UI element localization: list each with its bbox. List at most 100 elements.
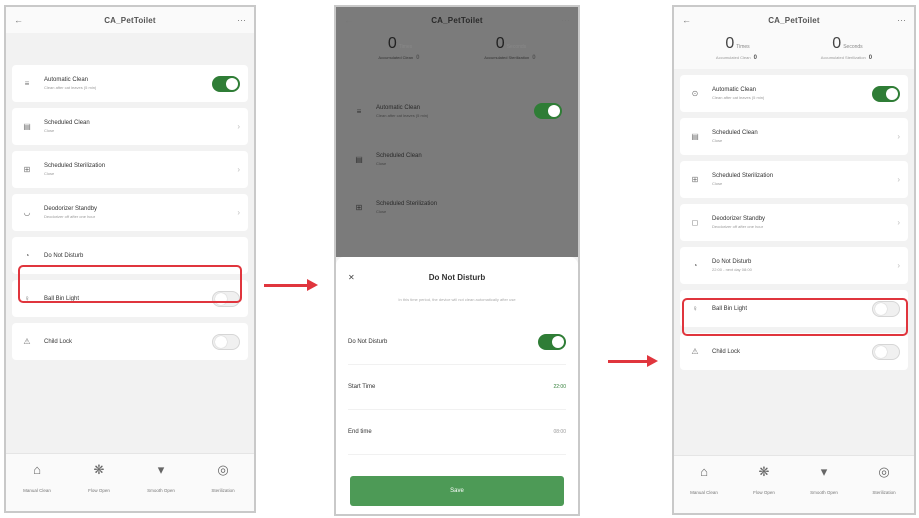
do-not-disturb-icon: ◔ [692, 261, 698, 270]
setting-child-lock[interactable]: ⚠ Child Lock [680, 333, 908, 370]
setting-automatic-clean[interactable]: ≡ Automatic Clean Clean after cat leaves (… [12, 65, 248, 102]
phone-screen-settings-updated: ← CA_PetToilet ··· 0 Times 0 Seconds Accum… [672, 5, 916, 515]
setting-scheduled-sterilization[interactable]: ⊞ Scheduled Sterilization Close › [12, 151, 248, 188]
accumulated-sterilization-label: Accumulated Sterilization [820, 55, 866, 60]
top-bar: ← CA_PetToilet ··· [6, 7, 254, 33]
setting-subtitle: Close [712, 138, 723, 143]
child-lock-icon: ⚠ [691, 347, 699, 356]
dimmed-background[interactable]: ← CA_PetToilet ··· 0 Times 0 Seconds Accum… [336, 7, 578, 257]
top-bar: ← CA_PetToilet ··· [336, 7, 578, 33]
sterilization-icon: ◎ [217, 462, 229, 477]
times-unit: Times [736, 44, 750, 50]
action-sterilization[interactable]: ◎ Sterilization [192, 462, 254, 493]
highlight-do-not-disturb [18, 265, 242, 303]
scheduled-clean-icon: ▤ [355, 154, 363, 164]
action-smooth-open[interactable]: ▾ Smooth Open [130, 462, 192, 493]
scheduled-clean-icon: ▤ [23, 122, 31, 131]
back-arrow-icon: ← [344, 15, 353, 25]
setting-subtitle: Deodorizer off after one hour [712, 224, 764, 229]
action-flow-open[interactable]: ❋ Flow Open [68, 462, 130, 493]
automatic-clean-icon: ≡ [24, 79, 30, 88]
more-icon[interactable]: ··· [226, 15, 246, 25]
accumulated-clean-value: 0 [416, 55, 420, 61]
setting-label: Scheduled Sterilization [44, 163, 106, 169]
action-smooth-open[interactable]: ▾ Smooth Open [794, 464, 854, 495]
action-label: Sterilization [211, 488, 235, 493]
setting-label: Do Not Disturb [712, 259, 752, 265]
dnd-toggle[interactable] [538, 334, 566, 350]
action-manual-clean[interactable]: ⌂ Manual Clean [6, 462, 68, 493]
seconds-value: 0 [495, 35, 505, 52]
sterilization-icon: ◎ [878, 464, 890, 479]
setting-subtitle: Deodorizer off after one hour [44, 214, 96, 219]
device-title: CA_PetToilet [431, 15, 483, 25]
back-arrow-icon[interactable]: ← [14, 15, 34, 25]
automatic-clean-toggle[interactable] [212, 75, 240, 92]
seconds-unit: Seconds [843, 44, 863, 50]
end-time-value[interactable]: 08:00 [553, 429, 566, 435]
setting-deodorizer-standby[interactable]: ◡ Deodorizer Standby Deodorizer off after … [12, 194, 248, 231]
chevron-right-icon: › [897, 175, 900, 184]
setting-scheduled-sterilization[interactable]: ⊞ Scheduled Sterilization Close › [680, 161, 908, 198]
action-flow-open[interactable]: ❋ Flow Open [734, 464, 794, 495]
setting-scheduled-clean[interactable]: ▤ Scheduled Clean Close › [12, 108, 248, 145]
start-time-row[interactable]: Start Time 22:00 [348, 365, 566, 410]
scheduled-clean-icon: ▤ [691, 132, 699, 141]
back-arrow-icon[interactable]: ← [682, 15, 702, 25]
accumulated-sterilization-value: 0 [868, 55, 873, 61]
automatic-clean-toggle [534, 103, 562, 119]
setting-deodorizer-standby[interactable]: ◻ Deodorizer Standby Deodorizer off after … [680, 204, 908, 241]
setting-label: Scheduled Sterilization [376, 200, 438, 207]
usage-stats: 0 Times 0 Seconds Accumulated Clean 0 Accum… [336, 33, 578, 69]
setting-subtitle: Clean after cat leaves (5 min) [712, 95, 765, 100]
dnd-toggle-label: Do Not Disturb [348, 339, 388, 345]
setting-subtitle: Close [44, 128, 55, 133]
dnd-toggle-row: Do Not Disturb [348, 320, 566, 365]
setting-child-lock[interactable]: ⚠ Child Lock [12, 323, 248, 360]
end-time-row[interactable]: End time 08:00 [348, 410, 566, 455]
seconds-value: 0 [832, 35, 842, 52]
child-lock-toggle[interactable] [212, 333, 240, 350]
settings-list-dimmed: ≡ Automatic Clean Clean after cat leaves (… [336, 69, 578, 231]
chevron-right-icon: › [237, 208, 240, 217]
bottom-action-bar: ⌂ Manual Clean ❋ Flow Open ▾ Smooth Open ◎ Ster… [6, 453, 254, 511]
save-button[interactable]: Save [350, 476, 564, 506]
action-label: Sterilization [872, 490, 896, 495]
setting-label: Deodorizer Standby [44, 206, 98, 212]
child-lock-toggle[interactable] [872, 343, 900, 360]
start-time-label: Start Time [348, 384, 376, 390]
manual-clean-icon: ⌂ [700, 464, 708, 479]
chevron-right-icon: › [897, 132, 900, 141]
setting-subtitle: Close [44, 171, 55, 176]
action-manual-clean[interactable]: ⌂ Manual Clean [674, 464, 734, 495]
scheduled-sterilization-icon: ⊞ [691, 175, 699, 184]
chevron-right-icon: › [897, 261, 900, 270]
setting-label: Scheduled Sterilization [712, 173, 774, 179]
seconds-unit: Seconds [506, 44, 527, 50]
automatic-clean-toggle[interactable] [872, 85, 900, 102]
scheduled-sterilization-icon: ⊞ [23, 165, 31, 174]
manual-clean-icon: ⌂ [33, 462, 41, 477]
times-value: 0 [387, 35, 397, 52]
more-icon[interactable]: ··· [886, 15, 906, 25]
phone-screen-settings: ← CA_PetToilet ··· ≡ Automatic Clean Clean… [4, 5, 256, 513]
setting-do-not-disturb[interactable]: ◔ Do Not Disturb 22:00 - next day 08:00 › [680, 247, 908, 284]
setting-label: Scheduled Clean [376, 152, 422, 159]
setting-automatic-clean[interactable]: ⊙ Automatic Clean Clean after cat leaves (… [680, 75, 908, 112]
action-sterilization[interactable]: ◎ Sterilization [854, 464, 914, 495]
chevron-right-icon: › [237, 165, 240, 174]
scheduled-sterilization-icon: ⊞ [355, 202, 363, 212]
accumulated-clean-value: 0 [753, 55, 757, 61]
automatic-clean-icon: ≡ [356, 106, 362, 116]
start-time-value[interactable]: 22:00 [553, 384, 566, 390]
setting-subtitle: 22:00 - next day 08:00 [712, 267, 752, 272]
setting-subtitle: Close [376, 208, 387, 214]
flow-open-icon: ❋ [93, 462, 105, 477]
smooth-open-icon: ▾ [820, 464, 828, 479]
setting-label: Child Lock [712, 348, 741, 355]
settings-list: ≡ Automatic Clean Clean after cat leaves (… [6, 59, 254, 360]
setting-scheduled-clean[interactable]: ▤ Scheduled Clean Close › [680, 118, 908, 155]
setting-scheduled-clean: ▤ Scheduled Clean Close [344, 135, 570, 183]
top-bar: ← CA_PetToilet ··· [674, 7, 914, 33]
device-title: CA_PetToilet [768, 15, 820, 25]
